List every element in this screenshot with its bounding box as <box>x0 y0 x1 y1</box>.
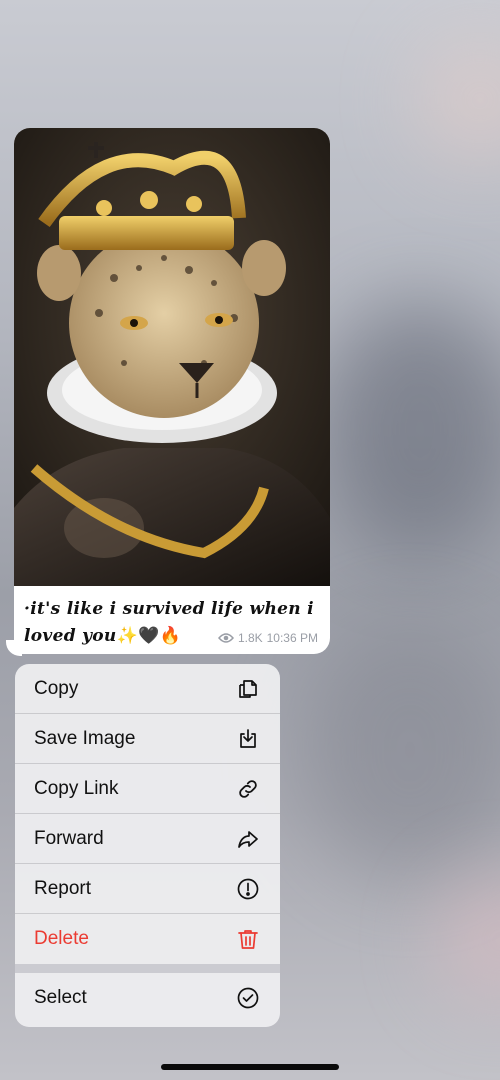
checkmark-circle-icon <box>236 986 260 1010</box>
menu-item-report[interactable]: Report <box>15 864 280 914</box>
menu-item-label: Save Image <box>34 727 136 749</box>
menu-separator <box>15 964 280 973</box>
menu-item-copy[interactable]: Copy <box>15 664 280 714</box>
link-icon <box>236 777 260 801</box>
menu-item-label: Copy <box>34 677 79 699</box>
menu-item-copy-link[interactable]: Copy Link <box>15 764 280 814</box>
menu-item-label: Forward <box>34 827 104 849</box>
message-time: 10:36 PM <box>266 631 318 645</box>
save-image-icon <box>236 727 260 751</box>
menu-item-save-image[interactable]: Save Image <box>15 714 280 764</box>
copy-icon <box>236 677 260 701</box>
menu-item-label: Report <box>34 877 92 899</box>
eye-icon <box>217 633 234 643</box>
message-bubble[interactable]: ·it's like i survived life when i loved … <box>14 128 330 654</box>
message-meta: 1.8K 10:36 PM <box>217 631 318 645</box>
caption-emojis: ✨🖤🔥 <box>116 626 181 646</box>
context-menu: Copy Save Image Copy Link Forward Report… <box>15 664 280 1027</box>
menu-item-label: Copy Link <box>34 777 119 799</box>
caption-line-2: loved you <box>24 626 117 646</box>
caption-line-1: ·it's like i survived life when i <box>24 599 314 619</box>
view-count: 1.8K <box>237 631 263 645</box>
menu-item-label: Delete <box>34 928 89 949</box>
home-indicator[interactable] <box>161 1064 339 1070</box>
message-photo[interactable] <box>14 128 330 586</box>
menu-item-label: Select <box>34 987 87 1008</box>
trash-icon <box>236 927 260 951</box>
menu-item-delete[interactable]: Delete <box>15 914 280 964</box>
report-icon <box>236 877 260 901</box>
menu-item-forward[interactable]: Forward <box>15 814 280 864</box>
forward-icon <box>236 827 260 851</box>
menu-item-select[interactable]: Select <box>15 973 280 1023</box>
